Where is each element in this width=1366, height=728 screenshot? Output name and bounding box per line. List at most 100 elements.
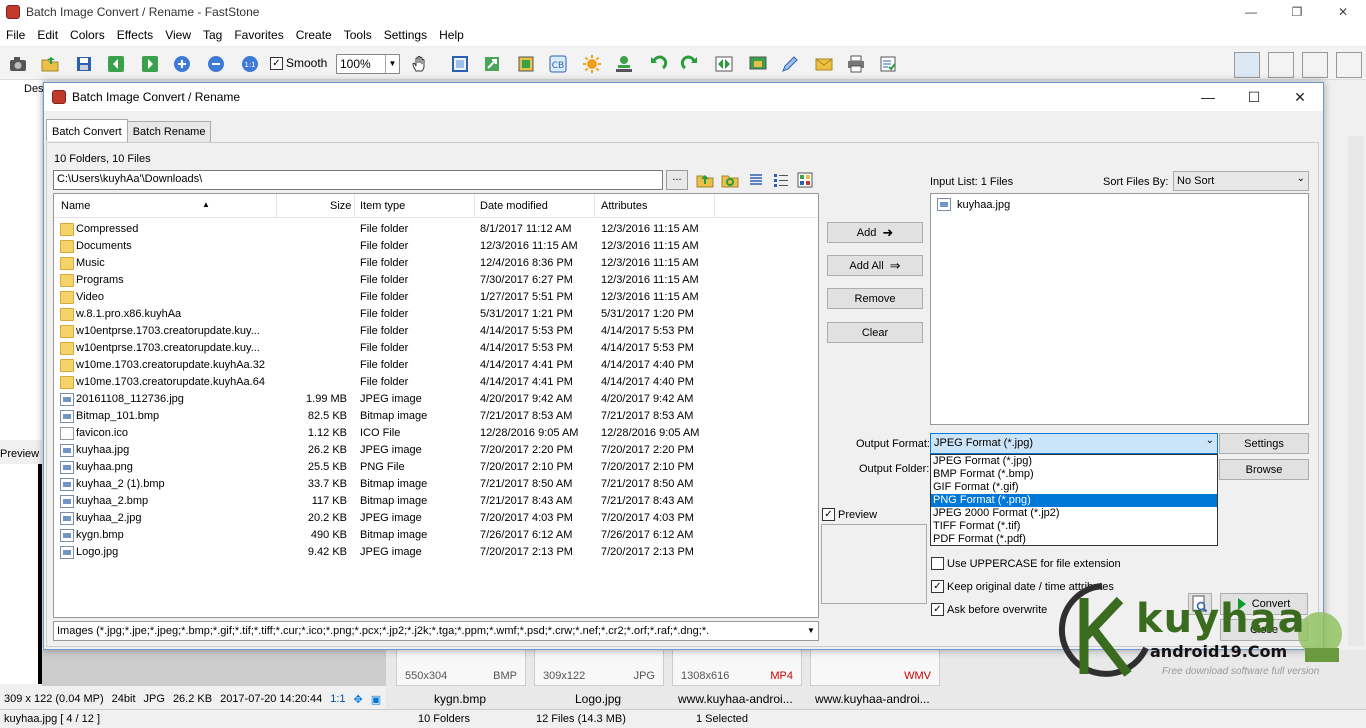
menu-favorites[interactable]: Favorites	[228, 28, 289, 42]
thumbnail-item[interactable]: 309x122 JPG	[534, 650, 664, 686]
table-row[interactable]: w10entprse.1703.creatorupdate.kuy... File…	[54, 323, 818, 340]
table-row[interactable]: Video File folder 1/27/2017 5:51 PM 12/3/20…	[54, 289, 818, 306]
thumbnail-view-icon[interactable]	[796, 171, 814, 189]
table-row[interactable]: Logo.jpg 9.42 KB JPEG image 7/20/2017 2:13 …	[54, 544, 818, 561]
table-row[interactable]: kuyhaa.jpg 26.2 KB JPEG image 7/20/2017 2:2…	[54, 442, 818, 459]
view-mode-full-button[interactable]	[1336, 52, 1362, 78]
flip-icon[interactable]	[714, 54, 734, 74]
color-balance-icon[interactable]: CB	[548, 54, 568, 74]
preview-checkbox[interactable]: ✓	[822, 508, 835, 521]
minimize-button[interactable]: —	[1228, 0, 1274, 24]
output-format-option[interactable]: TIFF Format (*.tif)	[931, 520, 1217, 533]
tree-item-desktop[interactable]: Des	[24, 83, 44, 95]
input-list-item[interactable]: kuyhaa.jpg	[937, 198, 1010, 211]
column-item-type[interactable]: Item type	[360, 200, 405, 212]
slideshow-icon[interactable]	[748, 54, 768, 74]
resize-icon[interactable]	[482, 54, 502, 74]
output-format-option[interactable]: PDF Format (*.pdf)	[931, 533, 1217, 546]
remove-button[interactable]: Remove	[827, 288, 923, 309]
menu-create[interactable]: Create	[290, 28, 338, 42]
menu-settings[interactable]: Settings	[378, 28, 433, 42]
keep-date-option[interactable]: ✓ Keep original date / time attributes	[931, 580, 1114, 593]
output-format-option[interactable]: BMP Format (*.bmp)	[931, 468, 1217, 481]
table-row[interactable]: kuyhaa.png 25.5 KB PNG File 7/20/2017 2:10 …	[54, 459, 818, 476]
view-mode-details-button[interactable]	[1302, 52, 1328, 78]
table-row[interactable]: kuyhaa_2.bmp 117 KB Bitmap image 7/21/2017 …	[54, 493, 818, 510]
rotate-left-icon[interactable]	[648, 54, 668, 74]
crop-icon[interactable]	[450, 54, 470, 74]
view-output-button[interactable]	[1188, 593, 1212, 615]
previous-icon[interactable]	[106, 54, 126, 74]
menu-file[interactable]: File	[0, 28, 31, 42]
keep-date-checkbox[interactable]: ✓	[931, 580, 944, 593]
menu-view[interactable]: View	[159, 28, 197, 42]
folder-tree[interactable]: Des	[0, 80, 44, 440]
refresh-folder-icon[interactable]	[721, 171, 739, 189]
details-view-icon[interactable]	[772, 171, 790, 189]
menu-tag[interactable]: Tag	[197, 28, 228, 42]
dialog-minimize-button[interactable]: —	[1185, 83, 1231, 111]
table-row[interactable]: w.8.1.pro.x86.kuyhAa File folder 5/31/2017…	[54, 306, 818, 323]
fit-icon[interactable]: ✥	[354, 693, 363, 706]
email-icon[interactable]	[814, 54, 834, 74]
close-button[interactable]: Close	[1220, 619, 1308, 641]
menu-tools[interactable]: Tools	[338, 28, 378, 42]
preview-toggle[interactable]: ✓ Preview	[822, 508, 877, 521]
output-format-option[interactable]: JPEG Format (*.jpg)	[931, 455, 1217, 468]
checklist-icon[interactable]	[878, 54, 898, 74]
list-view-icon[interactable]	[747, 171, 765, 189]
settings-button[interactable]: Settings	[1219, 433, 1309, 454]
view-mode-thumbnails-button[interactable]	[1234, 52, 1260, 78]
thumbnail-item[interactable]: 1308x616 MP4	[672, 650, 802, 686]
menu-colors[interactable]: Colors	[64, 28, 111, 42]
brightness-icon[interactable]	[582, 54, 602, 74]
ask-overwrite-option[interactable]: ✓ Ask before overwrite	[931, 603, 1047, 616]
open-folder-icon[interactable]	[40, 54, 60, 74]
rotate-right-icon[interactable]	[680, 54, 700, 74]
hand-tool-icon[interactable]	[410, 54, 430, 74]
zoom-out-icon[interactable]	[206, 54, 226, 74]
menu-help[interactable]: Help	[433, 28, 470, 42]
table-row[interactable]: w10entprse.1703.creatorupdate.kuy... File…	[54, 340, 818, 357]
table-row[interactable]: favicon.ico 1.12 KB ICO File 12/28/2016 9:0…	[54, 425, 818, 442]
output-format-option[interactable]: PNG Format (*.png)	[931, 494, 1217, 507]
add-all-button[interactable]: Add All ⇒	[827, 255, 923, 276]
full-screen-icon[interactable]: ▣	[371, 693, 381, 706]
smooth-checkbox[interactable]: ✓	[270, 56, 283, 70]
output-format-option[interactable]: JPEG 2000 Format (*.jp2)	[931, 507, 1217, 520]
output-format-option[interactable]: GIF Format (*.gif)	[931, 481, 1217, 494]
convert-button[interactable]: Convert	[1220, 593, 1308, 615]
uppercase-extension-option[interactable]: Use UPPERCASE for file extension	[931, 557, 1121, 570]
tab-batch-rename[interactable]: Batch Rename	[126, 121, 212, 143]
file-list[interactable]: Name ▲ Size Item type Date modified Attr…	[53, 193, 819, 618]
table-row[interactable]: kygn.bmp 490 KB Bitmap image 7/26/2017 6:12…	[54, 527, 818, 544]
print-icon[interactable]	[846, 54, 866, 74]
uppercase-extension-checkbox[interactable]	[931, 557, 944, 570]
column-divider[interactable]	[474, 194, 475, 218]
column-divider[interactable]	[594, 194, 595, 218]
next-icon[interactable]	[140, 54, 160, 74]
canvas-icon[interactable]	[516, 54, 536, 74]
draw-icon[interactable]	[780, 54, 800, 74]
sort-files-select[interactable]: No Sort ⌄	[1173, 171, 1309, 191]
table-row[interactable]: Documents File folder 12/3/2016 11:15 AM 12…	[54, 238, 818, 255]
table-row[interactable]: Bitmap_101.bmp 82.5 KB Bitmap image 7/21/20…	[54, 408, 818, 425]
column-name[interactable]: Name	[61, 200, 90, 212]
ask-overwrite-checkbox[interactable]: ✓	[931, 603, 944, 616]
dialog-close-button[interactable]: ✕	[1277, 83, 1323, 111]
browse-path-button[interactable]: ...	[666, 170, 688, 190]
add-button[interactable]: Add ➜	[827, 222, 923, 243]
column-attributes[interactable]: Attributes	[601, 200, 647, 212]
view-mode-preview-button[interactable]	[1268, 52, 1294, 78]
menu-edit[interactable]: Edit	[31, 28, 64, 42]
output-format-select[interactable]: JPEG Format (*.jpg) ⌄	[930, 433, 1218, 454]
zoom-in-icon[interactable]	[172, 54, 192, 74]
table-row[interactable]: kuyhaa_2.jpg 20.2 KB JPEG image 7/20/2017 4…	[54, 510, 818, 527]
table-row[interactable]: kuyhaa_2 (1).bmp 33.7 KB Bitmap image 7/21/…	[54, 476, 818, 493]
close-window-button[interactable]: ✕	[1320, 0, 1366, 24]
table-row[interactable]: w10me.1703.creatorupdate.kuyhAa.64 File f…	[54, 374, 818, 391]
smooth-toggle[interactable]: ✓ Smooth	[270, 56, 327, 70]
tab-batch-convert[interactable]: Batch Convert	[46, 119, 128, 141]
folder-up-icon[interactable]	[696, 171, 714, 189]
menu-effects[interactable]: Effects	[111, 28, 159, 42]
